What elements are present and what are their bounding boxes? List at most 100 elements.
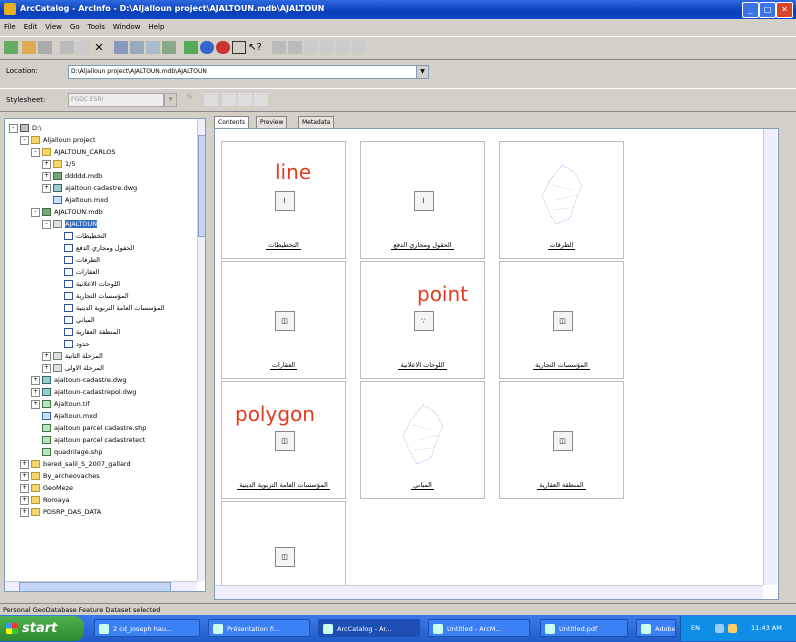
tab-preview[interactable]: Preview <box>256 116 288 128</box>
thumbnails-icon[interactable] <box>162 41 176 54</box>
tree-node[interactable]: Ajaltoun.mxd <box>42 195 108 206</box>
metadata-properties-icon[interactable] <box>204 93 218 106</box>
tree-node[interactable]: + المرحلة الاولى <box>42 363 104 374</box>
feature-class-item[interactable]: ◫ العقارات <box>221 261 346 379</box>
tree-node[interactable]: المؤسسات العامة التربوية الدينية <box>53 303 165 314</box>
contents-horizontal-scrollbar[interactable] <box>215 585 763 599</box>
tree-node[interactable]: المباني <box>53 315 95 326</box>
taskbar-item[interactable]: Untitled - ArcM... <box>428 619 530 637</box>
tree-node[interactable]: + المرحلة الثانية <box>42 351 103 362</box>
expand-icon[interactable]: + <box>31 375 40 385</box>
expand-icon[interactable]: + <box>42 171 51 181</box>
feature-class-item[interactable]: ◫ المؤسسات العامة التربوية الدينية <box>221 381 346 499</box>
feature-class-item[interactable]: ◫ المنطقة العقارية <box>499 381 624 499</box>
disconnect-folder-icon[interactable] <box>38 41 52 54</box>
location-dropdown-icon[interactable]: ▼ <box>416 65 429 79</box>
tree-node[interactable]: الحقول ومجاري الدفع <box>53 243 134 254</box>
whats-this-icon[interactable]: ↖? <box>248 41 262 54</box>
paste-icon[interactable] <box>76 41 90 54</box>
collapse-icon[interactable]: - <box>9 123 18 133</box>
menu-window[interactable]: Window <box>109 21 145 33</box>
zoom-in-icon[interactable] <box>272 41 286 54</box>
feature-class-item[interactable]: ◫ المؤسسات التجارية <box>499 261 624 379</box>
tree-node[interactable]: العقارات <box>53 267 99 278</box>
tree-node[interactable]: ajaltoun parcel cadastretect <box>31 435 145 446</box>
expand-icon[interactable]: + <box>42 351 51 361</box>
feature-class-item[interactable]: ⌇ الحقول ومجاري الدفع <box>360 141 485 259</box>
collapse-icon[interactable]: - <box>20 135 29 145</box>
location-input[interactable]: D:\Aljalloun project\AJALTOUN.mdb\AJALTO… <box>68 65 420 79</box>
command-line-icon[interactable] <box>232 41 246 54</box>
tree-node[interactable]: - Aljalloun project <box>20 135 96 146</box>
menu-view[interactable]: View <box>41 21 66 33</box>
taskbar-item[interactable]: Untitled.pdf <box>540 619 628 637</box>
maximize-button[interactable]: □ <box>759 2 776 18</box>
volume-icon[interactable] <box>728 624 737 633</box>
export-metadata-icon[interactable] <box>238 93 252 106</box>
feature-class-item[interactable]: ⌇ التخطيطات <box>221 141 346 259</box>
taskbar-item[interactable]: Adobe Photoshop <box>636 619 676 637</box>
tree-node[interactable]: +1/5 <box>42 159 75 170</box>
menu-file[interactable]: File <box>0 21 20 33</box>
expand-icon[interactable]: + <box>20 459 29 469</box>
tab-metadata[interactable]: Metadata <box>298 116 335 128</box>
expand-icon[interactable]: + <box>31 399 40 409</box>
tree-node[interactable]: - AJALTOUN_CARLOS <box>31 147 116 158</box>
expand-icon[interactable]: + <box>42 159 51 169</box>
start-button[interactable]: start <box>0 616 84 641</box>
tree-scroll-thumb[interactable] <box>198 135 205 237</box>
tree-node[interactable]: - AJALTOUN.mdb <box>31 207 103 218</box>
identify-icon[interactable] <box>336 41 350 54</box>
details-icon[interactable] <box>146 41 160 54</box>
expand-icon[interactable]: + <box>42 363 51 373</box>
tree-node[interactable]: Ajaltoun.mxd <box>31 411 97 422</box>
tree-node[interactable]: + GeoMeze <box>20 483 73 494</box>
contents-panel[interactable]: ⌇ التخطيطات ⌇ الحقول ومجاري الدفع الطرقات ◫ ال… <box>214 128 779 600</box>
menu-edit[interactable]: Edit <box>20 21 42 33</box>
tree-node[interactable]: اللوحات الاعلانية <box>53 279 120 290</box>
pan-icon[interactable] <box>304 41 318 54</box>
create-thumbnail-icon[interactable] <box>352 41 366 54</box>
tree-node[interactable]: + Roroaya <box>20 495 70 506</box>
tree-hscroll-thumb[interactable] <box>19 582 171 591</box>
tree-node[interactable]: + Ajaltoun.tif <box>31 399 90 410</box>
tree-node[interactable]: + bared_salil_S_2007_gallard <box>20 459 131 470</box>
expand-icon[interactable]: + <box>20 507 29 517</box>
tree-node[interactable]: التخطيطات <box>53 231 107 242</box>
tab-contents[interactable]: Contents <box>214 116 249 128</box>
full-extent-icon[interactable] <box>320 41 334 54</box>
minimize-button[interactable]: _ <box>742 2 759 18</box>
expand-icon[interactable]: + <box>20 495 29 505</box>
tree-node[interactable]: - AJALTOUN <box>42 219 98 230</box>
expand-icon[interactable]: + <box>20 471 29 481</box>
update-metadata-icon[interactable] <box>254 93 268 106</box>
search-icon[interactable] <box>216 41 230 54</box>
taskbar-item[interactable]: 2 cd_Joseph hau... <box>94 619 200 637</box>
stylesheet-select[interactable]: FGDC ESRI <box>68 93 164 107</box>
tree-node[interactable]: الطرقات <box>53 255 100 266</box>
menu-help[interactable]: Help <box>144 21 168 33</box>
taskbar-item[interactable]: ArcCatalog - Ar... <box>318 619 420 637</box>
menu-go[interactable]: Go <box>66 21 84 33</box>
language-indicator[interactable]: EN <box>691 616 700 641</box>
tree-node[interactable]: + ajaltoun cadastre.dwg <box>42 183 137 194</box>
feature-class-item[interactable]: المباني <box>360 381 485 499</box>
feature-class-item[interactable]: الطرقات <box>499 141 624 259</box>
list-icon[interactable] <box>130 41 144 54</box>
delete-icon[interactable]: ✕ <box>92 41 106 54</box>
expand-icon[interactable]: + <box>42 183 51 193</box>
close-button[interactable]: ✕ <box>776 2 793 18</box>
expand-icon[interactable]: + <box>31 387 40 397</box>
import-metadata-icon[interactable] <box>222 93 236 106</box>
tree-node[interactable]: + ajaltoun-cadastrepol.dwg <box>31 387 136 398</box>
catalog-tree[interactable]: - D:\ - Aljalloun project - AJALTOUN_CARLOS +1… <box>4 118 206 592</box>
tree-node[interactable]: + ajaltoun-cadastre.dwg <box>31 375 126 386</box>
tree-node[interactable]: + By_archeovaches <box>20 471 100 482</box>
zoom-out-icon[interactable] <box>288 41 302 54</box>
stylesheet-dropdown-icon[interactable]: ▼ <box>164 93 177 107</box>
collapse-icon[interactable]: - <box>42 219 51 229</box>
tree-node[interactable]: ajaltoun parcel cadastre.shp <box>31 423 146 434</box>
arctoolbox-icon[interactable] <box>200 41 214 54</box>
network-icon[interactable] <box>715 624 724 633</box>
edit-metadata-icon[interactable]: ✎ <box>186 93 200 106</box>
